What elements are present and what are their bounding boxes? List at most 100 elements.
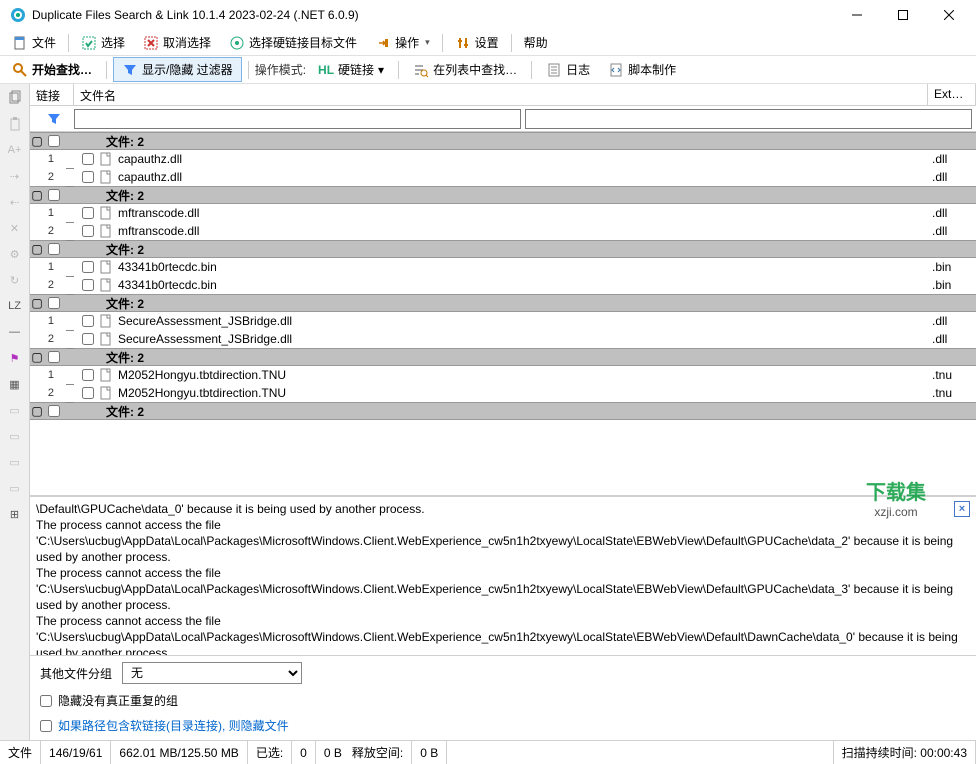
- file-row[interactable]: 1SecureAssessment_JSBridge.dll.dll: [30, 312, 976, 330]
- hide-softlink-checkbox[interactable]: 如果路径包含软链接(目录连接), 则隐藏文件: [40, 717, 966, 734]
- filter-toggle-button[interactable]: 显示/隐藏 过滤器: [113, 57, 242, 82]
- file-row[interactable]: 143341b0rtecdc.bin.bin: [30, 258, 976, 276]
- file-ext: .dll: [932, 224, 976, 238]
- menu-help[interactable]: 帮助: [516, 31, 556, 54]
- app-icon: [10, 7, 26, 23]
- file-checkbox[interactable]: [82, 171, 94, 183]
- side-tool1-icon[interactable]: ⚙: [5, 244, 25, 264]
- side-s4-icon[interactable]: ▭: [5, 478, 25, 498]
- file-checkbox[interactable]: [82, 153, 94, 165]
- file-row[interactable]: 2SecureAssessment_JSBridge.dll.dll: [30, 330, 976, 348]
- side-link1-icon[interactable]: ⇢: [5, 166, 25, 186]
- collapse-icon[interactable]: ▢: [30, 188, 44, 202]
- file-row[interactable]: 2M2052Hongyu.tbtdirection.TNU.tnu: [30, 384, 976, 402]
- log-close-button[interactable]: ×: [954, 501, 970, 517]
- side-tool2-icon[interactable]: ↻: [5, 270, 25, 290]
- file-checkbox[interactable]: [82, 279, 94, 291]
- collapse-icon[interactable]: ▢: [30, 404, 44, 418]
- file-name: capauthz.dll: [118, 170, 932, 184]
- side-paste-icon[interactable]: [5, 114, 25, 134]
- group-label: 文件: 2: [64, 241, 144, 258]
- file-checkbox[interactable]: [82, 333, 94, 345]
- side-flag-icon[interactable]: ⚑: [5, 348, 25, 368]
- minimize-button[interactable]: [834, 0, 880, 30]
- file-list[interactable]: ▢文件: 21capauthz.dll.dll2capauthz.dll.dll…: [30, 132, 976, 495]
- menu-select-hardlink-target[interactable]: 选择硬链接目标文件: [221, 31, 365, 54]
- group-checkbox[interactable]: [48, 243, 60, 255]
- side-grid-icon[interactable]: ▦: [5, 374, 25, 394]
- side-grid2-icon[interactable]: ⊞: [5, 504, 25, 524]
- hl-icon: HL: [318, 63, 334, 77]
- menu-select[interactable]: 选择: [73, 31, 133, 54]
- col-link[interactable]: 链接: [30, 84, 74, 105]
- statusbar: 文件 146/19/61 662.01 MB/125.50 MB 已选: 0 0…: [0, 740, 976, 764]
- group-checkbox[interactable]: [48, 189, 60, 201]
- status-free-size: 0 B: [412, 741, 447, 764]
- group-header[interactable]: ▢文件: 2: [30, 132, 976, 150]
- file-row[interactable]: 1capauthz.dll.dll: [30, 150, 976, 168]
- col-filename[interactable]: 文件名: [74, 84, 928, 105]
- hardlink-mode-button[interactable]: HL 硬链接▾: [310, 58, 392, 81]
- file-row[interactable]: 243341b0rtecdc.bin.bin: [30, 276, 976, 294]
- menu-deselect[interactable]: 取消选择: [135, 31, 219, 54]
- menu-settings[interactable]: 设置: [447, 31, 507, 54]
- search-in-list-button[interactable]: 在列表中查找…: [405, 58, 525, 81]
- script-button[interactable]: 脚本制作: [600, 58, 684, 81]
- file-row[interactable]: 1mftranscode.dll.dll: [30, 204, 976, 222]
- file-checkbox[interactable]: [82, 261, 94, 273]
- side-lz-icon[interactable]: LZ: [5, 296, 25, 316]
- hide-no-dup-checkbox[interactable]: 隐藏没有真正重复的组: [40, 692, 966, 709]
- file-row[interactable]: 2mftranscode.dll.dll: [30, 222, 976, 240]
- status-selected-count: 0: [292, 741, 316, 764]
- file-ext: .dll: [932, 332, 976, 346]
- group-checkbox[interactable]: [48, 405, 60, 417]
- side-s2-icon[interactable]: ▭: [5, 426, 25, 446]
- side-s3-icon[interactable]: ▭: [5, 452, 25, 472]
- side-link2-icon[interactable]: ⇠: [5, 192, 25, 212]
- side-add-icon[interactable]: A+: [5, 140, 25, 160]
- group-checkbox[interactable]: [48, 351, 60, 363]
- file-checkbox[interactable]: [82, 315, 94, 327]
- filter-ext-input[interactable]: [525, 109, 972, 129]
- collapse-icon[interactable]: ▢: [30, 296, 44, 310]
- funnel-icon[interactable]: [46, 111, 62, 127]
- file-checkbox[interactable]: [82, 225, 94, 237]
- start-search-button[interactable]: 开始查找…: [4, 58, 100, 81]
- file-checkbox[interactable]: [82, 387, 94, 399]
- log-line: The process cannot access the file 'C:\U…: [36, 565, 970, 613]
- file-row[interactable]: 1M2052Hongyu.tbtdirection.TNU.tnu: [30, 366, 976, 384]
- collapse-icon[interactable]: ▢: [30, 134, 44, 148]
- group-label: 文件: 2: [64, 187, 144, 204]
- group-header[interactable]: ▢文件: 2: [30, 402, 976, 420]
- group-checkbox[interactable]: [48, 297, 60, 309]
- maximize-button[interactable]: [880, 0, 926, 30]
- funnel-icon: [122, 62, 138, 78]
- menu-operate[interactable]: 操作▾: [367, 31, 438, 54]
- log-button[interactable]: 日志: [538, 58, 598, 81]
- close-button[interactable]: [926, 0, 972, 30]
- other-group-select[interactable]: 无: [122, 662, 302, 684]
- col-ext[interactable]: Ext…: [928, 84, 976, 105]
- group-header[interactable]: ▢ 文件: 2: [30, 240, 976, 258]
- row-index: 1: [30, 261, 58, 273]
- group-header[interactable]: ▢文件: 2: [30, 294, 976, 312]
- file-ext: .bin: [932, 278, 976, 292]
- file-checkbox[interactable]: [82, 207, 94, 219]
- file-name: 43341b0rtecdc.bin: [118, 260, 932, 274]
- op-mode-group: 操作模式: HL 硬链接▾: [255, 58, 392, 81]
- file-row[interactable]: 2capauthz.dll.dll: [30, 168, 976, 186]
- menu-file[interactable]: 文件: [4, 31, 64, 54]
- side-copy-icon[interactable]: [5, 88, 25, 108]
- side-s1-icon[interactable]: ▭: [5, 400, 25, 420]
- op-mode-label: 操作模式:: [255, 61, 306, 78]
- collapse-icon[interactable]: ▢: [30, 242, 44, 256]
- file-checkbox[interactable]: [82, 369, 94, 381]
- side-delete-icon[interactable]: ✕: [5, 218, 25, 238]
- collapse-icon[interactable]: ▢: [30, 350, 44, 364]
- group-header[interactable]: ▢ 文件: 2: [30, 186, 976, 204]
- search-icon: [12, 62, 28, 78]
- filter-filename-input[interactable]: [74, 109, 521, 129]
- group-checkbox[interactable]: [48, 135, 60, 147]
- group-header[interactable]: ▢文件: 2: [30, 348, 976, 366]
- operate-icon: [375, 35, 391, 51]
